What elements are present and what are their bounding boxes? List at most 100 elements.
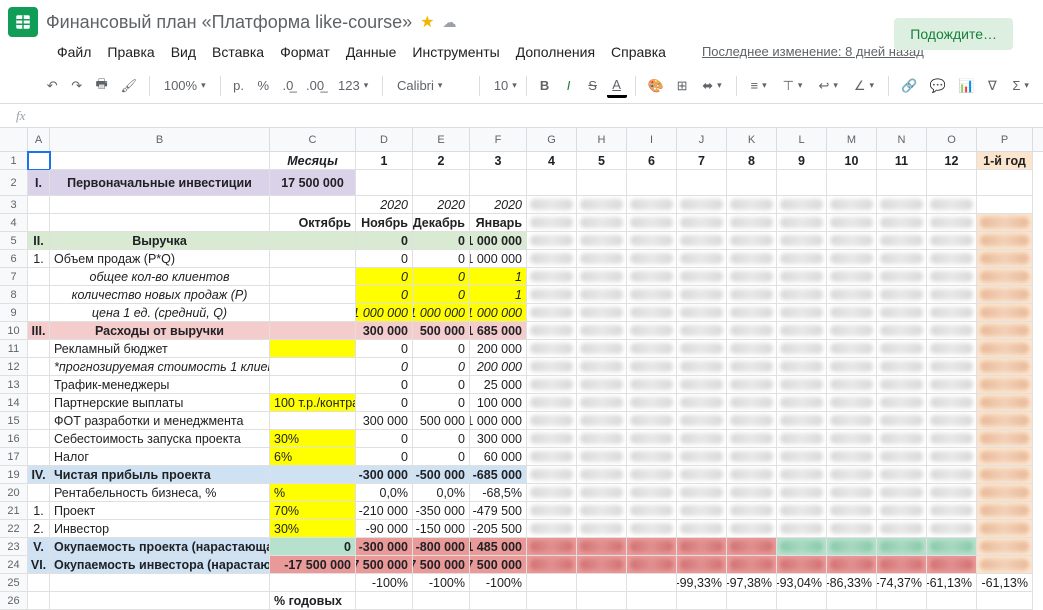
cell[interactable]: 300 000: [470, 430, 527, 448]
cell[interactable]: -100%: [470, 574, 527, 592]
cell[interactable]: 5: [577, 152, 627, 170]
col-header[interactable]: P: [977, 128, 1033, 151]
cell[interactable]: 1.: [28, 250, 50, 268]
cell[interactable]: [977, 448, 1033, 466]
cell[interactable]: [727, 592, 777, 610]
cell[interactable]: Объем продаж (Р*Q): [50, 250, 270, 268]
cell[interactable]: [677, 502, 727, 520]
cell[interactable]: [627, 412, 677, 430]
cell[interactable]: [877, 232, 927, 250]
cell[interactable]: [50, 214, 270, 232]
number-format-select[interactable]: 123: [332, 76, 374, 95]
cell[interactable]: [28, 430, 50, 448]
borders-icon[interactable]: ⊞: [672, 74, 692, 98]
cell[interactable]: 10: [827, 152, 877, 170]
cell[interactable]: [677, 250, 727, 268]
cell[interactable]: [877, 592, 927, 610]
cell[interactable]: [527, 304, 577, 322]
cell[interactable]: [677, 214, 727, 232]
cell[interactable]: [827, 340, 877, 358]
cell[interactable]: [627, 358, 677, 376]
cell[interactable]: 25 000: [470, 376, 527, 394]
cell[interactable]: 0: [413, 268, 470, 286]
cell[interactable]: [270, 322, 356, 340]
cell[interactable]: [727, 170, 777, 196]
chart-icon[interactable]: 📊: [954, 74, 979, 98]
col-header[interactable]: I: [627, 128, 677, 151]
cell[interactable]: [270, 304, 356, 322]
cell[interactable]: [28, 394, 50, 412]
cell[interactable]: [827, 394, 877, 412]
percent-button[interactable]: %: [253, 74, 274, 98]
merge-cells-button[interactable]: ⬌: [696, 76, 727, 96]
cell[interactable]: [677, 340, 727, 358]
cell[interactable]: 200 000: [470, 358, 527, 376]
cell[interactable]: 0: [413, 430, 470, 448]
cell[interactable]: [777, 376, 827, 394]
cell[interactable]: [927, 466, 977, 484]
cell[interactable]: [827, 412, 877, 430]
cloud-icon[interactable]: ☁: [443, 14, 457, 31]
cell[interactable]: 0: [413, 250, 470, 268]
cell[interactable]: [28, 358, 50, 376]
cell[interactable]: [627, 466, 677, 484]
cell[interactable]: [927, 232, 977, 250]
cell[interactable]: [777, 322, 827, 340]
cell[interactable]: [927, 448, 977, 466]
cell[interactable]: -90 000: [356, 520, 413, 538]
cell[interactable]: 0: [413, 448, 470, 466]
cell[interactable]: [577, 574, 627, 592]
cell[interactable]: [527, 466, 577, 484]
cell[interactable]: [877, 304, 927, 322]
cell[interactable]: 1 000 000: [470, 304, 527, 322]
cell[interactable]: [927, 286, 977, 304]
cell[interactable]: 3: [470, 152, 527, 170]
menu-tools[interactable]: Инструменты: [405, 40, 506, 64]
menu-format[interactable]: Формат: [273, 40, 337, 64]
cell[interactable]: [727, 430, 777, 448]
cell[interactable]: [577, 358, 627, 376]
cell[interactable]: -150 000: [413, 520, 470, 538]
cell[interactable]: [777, 250, 827, 268]
cell[interactable]: [577, 196, 627, 214]
cell[interactable]: [927, 214, 977, 232]
cell[interactable]: [627, 484, 677, 502]
cell[interactable]: 0: [356, 340, 413, 358]
cell[interactable]: [777, 286, 827, 304]
col-header[interactable]: C: [270, 128, 356, 151]
cell[interactable]: [777, 304, 827, 322]
cell[interactable]: [727, 358, 777, 376]
cell[interactable]: -1 485 000: [470, 538, 527, 556]
cell[interactable]: [927, 358, 977, 376]
cell[interactable]: [577, 322, 627, 340]
cell[interactable]: [777, 214, 827, 232]
cell[interactable]: Выручка: [50, 232, 270, 250]
cell[interactable]: [627, 376, 677, 394]
cell[interactable]: [527, 214, 577, 232]
decimal-increase-button[interactable]: .00̲: [302, 74, 328, 98]
cell[interactable]: III.: [28, 322, 50, 340]
cell[interactable]: 70%: [270, 502, 356, 520]
col-header[interactable]: O: [927, 128, 977, 151]
cell[interactable]: -800 000: [413, 538, 470, 556]
cell[interactable]: [927, 250, 977, 268]
cell[interactable]: [777, 448, 827, 466]
cell[interactable]: IV.: [28, 466, 50, 484]
cell[interactable]: V.: [28, 538, 50, 556]
row-header[interactable]: 2: [0, 170, 28, 196]
row-header[interactable]: 26: [0, 592, 28, 610]
cell[interactable]: [877, 322, 927, 340]
cell[interactable]: [727, 214, 777, 232]
redo-icon[interactable]: ↷: [66, 74, 86, 98]
cell[interactable]: [577, 376, 627, 394]
row-header[interactable]: 5: [0, 232, 28, 250]
cell[interactable]: 0: [356, 430, 413, 448]
cell[interactable]: [627, 250, 677, 268]
cell[interactable]: [28, 448, 50, 466]
cell[interactable]: [356, 170, 413, 196]
cell[interactable]: [577, 340, 627, 358]
cell[interactable]: [677, 394, 727, 412]
cell[interactable]: [727, 340, 777, 358]
cell[interactable]: [577, 592, 627, 610]
cell[interactable]: [527, 358, 577, 376]
